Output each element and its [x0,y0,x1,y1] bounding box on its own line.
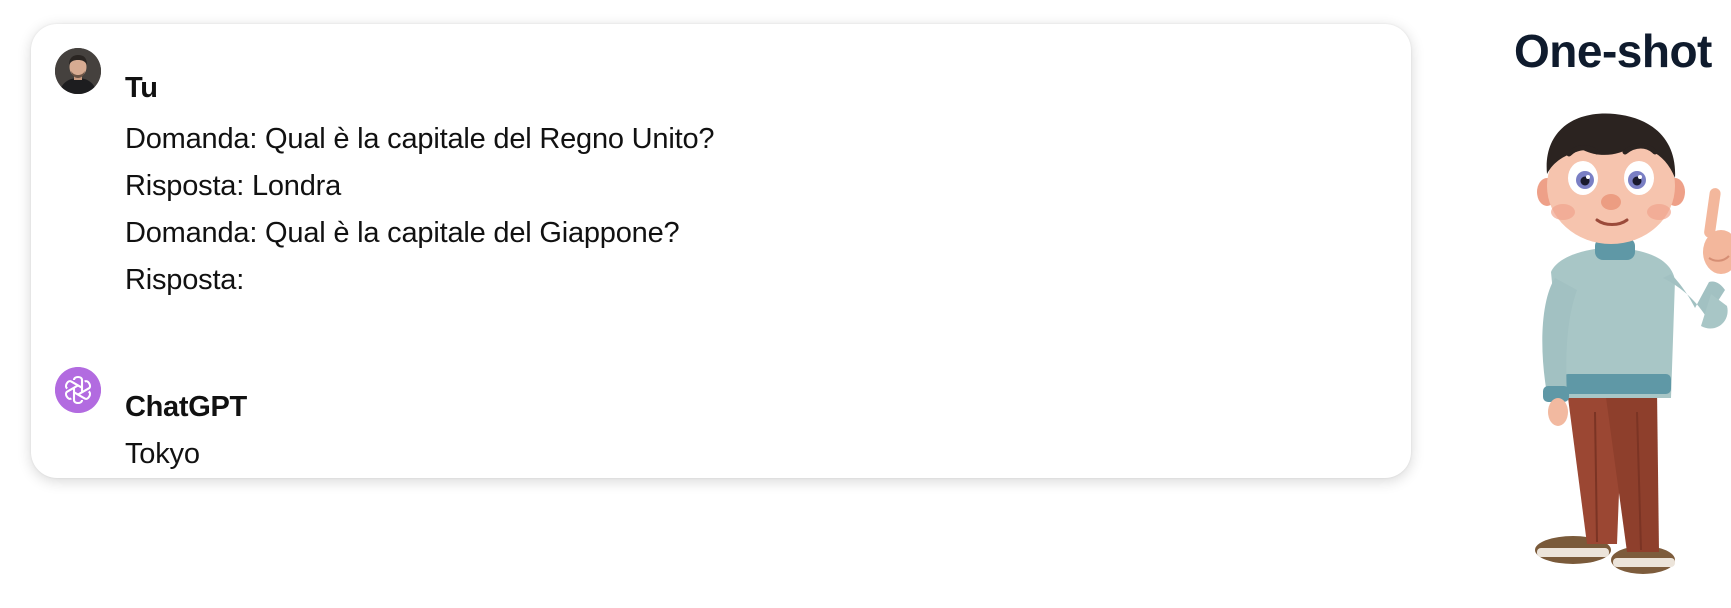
user-message-text: Domanda: Qual è la capitale del Regno Un… [125,116,714,304]
openai-logo-icon [55,367,101,413]
assistant-author-name: ChatGPT [125,391,247,423]
message-line: Risposta: [125,264,245,296]
assistant-message-text: Tokyo [125,431,200,478]
message-line: Domanda: Qual è la capitale del Giappone… [125,217,680,249]
character-illustration [1525,112,1731,588]
chat-card: Tu Domanda: Qual è la capitale del Regno… [31,24,1411,478]
message-line: Risposta: Londra [125,170,342,202]
user-author-name: Tu [125,72,158,104]
assistant-avatar [55,367,101,413]
message-line: Domanda: Qual è la capitale del Regno Un… [125,123,715,155]
user-avatar [55,48,101,94]
side-title: One-shot [1514,25,1712,77]
message-line: Tokyo [125,438,200,470]
